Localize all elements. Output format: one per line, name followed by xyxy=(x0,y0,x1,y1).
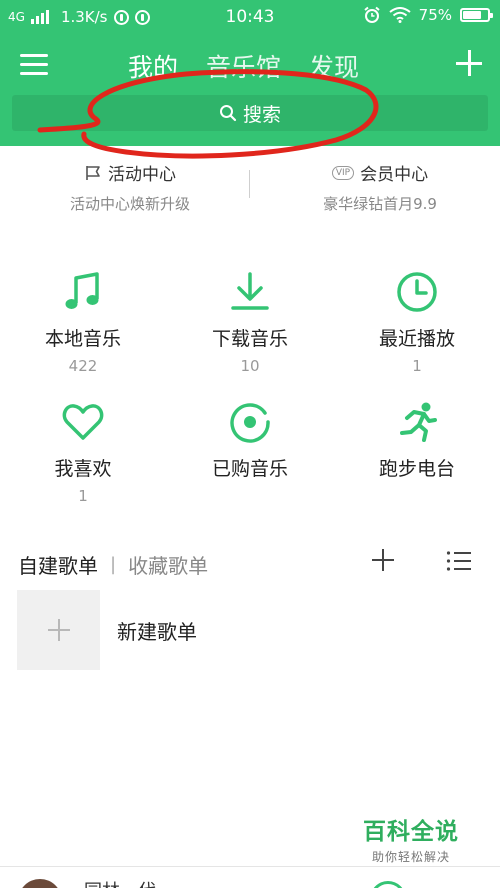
header-tabs: 我的 音乐馆 发现 xyxy=(128,48,359,84)
grid-download-music[interactable]: 下载音乐 10 xyxy=(167,270,333,375)
activity-center[interactable]: 活动中心 活动中心焕新升级 xyxy=(40,160,220,213)
search-icon xyxy=(219,105,237,122)
promo-divider xyxy=(249,170,250,198)
status-bar: 4G 1.3K/s 10:43 75% xyxy=(0,0,500,34)
download-icon xyxy=(231,272,269,310)
music-note-icon xyxy=(65,272,99,309)
grid-favorites[interactable]: 我喜欢 1 xyxy=(0,400,166,505)
grid-local-music[interactable]: 本地音乐 422 xyxy=(0,270,166,375)
watermark-title: 百科全说 xyxy=(363,819,459,845)
tab-music-hall[interactable]: 音乐馆 xyxy=(206,48,281,84)
clock-icon xyxy=(397,272,437,312)
grid-count: 1 xyxy=(412,357,422,375)
grid-label: 本地音乐 xyxy=(44,328,121,350)
playlist-manage-icon[interactable] xyxy=(446,550,472,572)
member-center-title-row: VIP 会员中心 xyxy=(290,160,470,185)
battery-icon xyxy=(460,8,493,22)
grid-label: 已购音乐 xyxy=(211,458,288,480)
watermark-logo: 百科全说 助你轻松解决 xyxy=(356,812,466,865)
grid-count: 1 xyxy=(78,487,88,505)
new-playlist-plus-icon xyxy=(17,590,100,670)
mini-player[interactable]: 园林…代 xyxy=(0,866,500,888)
top-header: 4G 1.3K/s 10:43 75% 我的 音乐馆 发现 搜索 xyxy=(0,0,500,146)
vip-icon: VIP xyxy=(331,165,355,180)
tab-mine[interactable]: 我的 xyxy=(128,48,178,84)
tab-separator: | xyxy=(110,554,117,575)
tab-discover[interactable]: 发现 xyxy=(309,48,359,84)
play-pause-icon[interactable] xyxy=(370,881,406,888)
new-playlist-item[interactable]: 新建歌单 xyxy=(17,590,417,670)
search-bar[interactable]: 搜索 xyxy=(12,95,488,131)
grid-count: 422 xyxy=(68,357,98,375)
battery-percent: 75% xyxy=(418,6,452,24)
watermark-subtitle: 助你轻松解决 xyxy=(371,850,450,864)
grid-label: 最近播放 xyxy=(378,328,455,350)
member-center-title: 会员中心 xyxy=(360,165,429,185)
tab-my-playlists[interactable]: 自建歌单 xyxy=(18,550,98,579)
status-right: 75% xyxy=(363,6,493,24)
member-center[interactable]: VIP 会员中心 豪华绿钻首月9.9 xyxy=(290,160,470,213)
plus-icon[interactable] xyxy=(456,50,482,76)
activity-center-title-row: 活动中心 xyxy=(40,160,220,185)
grid-label: 我喜欢 xyxy=(54,458,112,480)
activity-center-subtitle: 活动中心焕新升级 xyxy=(69,195,190,213)
grid-running-radio[interactable]: 跑步电台 xyxy=(334,400,500,487)
now-playing-title: 园林…代 xyxy=(84,877,156,888)
flag-icon xyxy=(86,165,100,180)
alarm-icon xyxy=(364,6,380,23)
running-icon xyxy=(400,402,437,442)
grid-count: 10 xyxy=(240,357,260,375)
hamburger-menu-icon[interactable] xyxy=(20,52,50,76)
wifi-icon xyxy=(389,7,411,23)
grid-recent-play[interactable]: 最近播放 1 xyxy=(334,270,500,375)
add-playlist-icon[interactable] xyxy=(372,549,394,571)
grid-label: 下载音乐 xyxy=(211,328,288,350)
search-label: 搜索 xyxy=(242,103,281,126)
grid-purchased-music[interactable]: 已购音乐 xyxy=(167,400,333,487)
grid-label: 跑步电台 xyxy=(378,458,455,480)
member-center-subtitle: 豪华绿钻首月9.9 xyxy=(323,195,437,213)
heart-icon xyxy=(62,404,104,440)
tab-collected-playlists[interactable]: 收藏歌单 xyxy=(128,550,208,579)
purchased-disc-icon xyxy=(230,403,270,443)
album-cover xyxy=(18,879,62,888)
new-playlist-label: 新建歌单 xyxy=(117,619,197,644)
playlist-tabs: 自建歌单 | 收藏歌单 xyxy=(18,550,208,579)
activity-center-title: 活动中心 xyxy=(108,165,176,185)
